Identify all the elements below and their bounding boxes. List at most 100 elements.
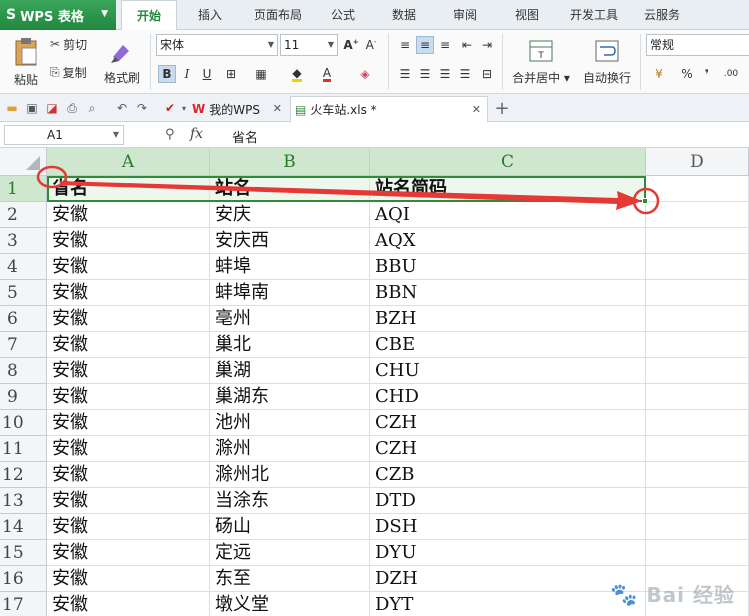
- cell-c[interactable]: BBN: [370, 280, 646, 306]
- cell-d[interactable]: [646, 462, 749, 488]
- currency-button[interactable]: ¥: [650, 65, 668, 83]
- cell-b[interactable]: 定远: [210, 540, 370, 566]
- decrease-font-button[interactable]: A-: [362, 36, 380, 54]
- cell-a[interactable]: 安徽: [47, 436, 210, 462]
- select-all-corner[interactable]: [0, 148, 47, 176]
- cell-b[interactable]: 安庆: [210, 202, 370, 228]
- tab-cloud[interactable]: 云服务: [636, 0, 688, 30]
- cell-b[interactable]: 东至: [210, 566, 370, 592]
- tab-review[interactable]: 审阅: [442, 0, 488, 30]
- column-header-b[interactable]: B: [210, 148, 370, 176]
- increase-indent-button[interactable]: ⇥: [478, 36, 496, 54]
- cell-b[interactable]: 蚌埠南: [210, 280, 370, 306]
- row-header[interactable]: 12: [0, 462, 47, 488]
- row-header[interactable]: 8: [0, 358, 47, 384]
- redo-icon[interactable]: ↷: [134, 100, 150, 116]
- cell-d[interactable]: [646, 306, 749, 332]
- row-header[interactable]: 2: [0, 202, 47, 228]
- export-pdf-icon[interactable]: ◪: [44, 100, 60, 116]
- copy-button[interactable]: ⎘ 复制: [50, 62, 87, 82]
- cell-a[interactable]: 安徽: [47, 540, 210, 566]
- wrap-text-button[interactable]: 自动换行: [578, 32, 636, 92]
- row-header[interactable]: 4: [0, 254, 47, 280]
- cell-c[interactable]: CZB: [370, 462, 646, 488]
- cell-a[interactable]: 安徽: [47, 462, 210, 488]
- row-header[interactable]: 9: [0, 384, 47, 410]
- zoom-magnifier-icon[interactable]: ⚲: [165, 127, 175, 142]
- column-header-d[interactable]: D: [646, 148, 749, 176]
- cell-d[interactable]: [646, 176, 749, 202]
- close-icon[interactable]: ✕: [273, 102, 282, 115]
- font-color-button[interactable]: A: [318, 65, 336, 83]
- row-header[interactable]: 13: [0, 488, 47, 514]
- comma-style-button[interactable]: ❜: [698, 65, 716, 83]
- merge-center-button[interactable]: T 合并居中 ▾: [508, 32, 574, 92]
- align-right-button[interactable]: ☰: [436, 65, 454, 83]
- cell-d[interactable]: [646, 488, 749, 514]
- cut-button[interactable]: ✂ 剪切: [50, 34, 87, 54]
- cell-a1[interactable]: 省名: [47, 176, 210, 202]
- cell-a[interactable]: 安徽: [47, 306, 210, 332]
- tab-data[interactable]: 数据: [381, 0, 427, 30]
- cell-d[interactable]: [646, 228, 749, 254]
- tab-developer[interactable]: 开发工具: [563, 0, 625, 30]
- formula-input[interactable]: 省名: [232, 127, 258, 146]
- save-icon[interactable]: ▣: [24, 100, 40, 116]
- close-icon[interactable]: ✕: [472, 103, 481, 116]
- cell-c[interactable]: CHD: [370, 384, 646, 410]
- cell-b[interactable]: 亳州: [210, 306, 370, 332]
- tab-my-wps[interactable]: W 我的WPS ✕: [188, 96, 288, 122]
- cell-b[interactable]: 巢湖: [210, 358, 370, 384]
- percent-button[interactable]: %: [678, 65, 696, 83]
- app-menu-button[interactable]: S WPS 表格 ▼: [0, 0, 116, 30]
- tab-file[interactable]: ▤ 火车站.xls * ✕: [290, 96, 488, 122]
- cell-d[interactable]: [646, 332, 749, 358]
- row-header[interactable]: 17: [0, 592, 47, 616]
- cell-a[interactable]: 安徽: [47, 280, 210, 306]
- bold-button[interactable]: B: [158, 65, 176, 83]
- number-format-select[interactable]: 常规: [646, 34, 749, 56]
- align-center-button[interactable]: ☰: [416, 65, 434, 83]
- increase-decimal-button[interactable]: .00: [722, 65, 740, 83]
- cell-b1[interactable]: 站名: [210, 176, 370, 202]
- italic-button[interactable]: I: [178, 65, 196, 83]
- cell-c[interactable]: DZH: [370, 566, 646, 592]
- cell-c[interactable]: AQX: [370, 228, 646, 254]
- cell-d[interactable]: [646, 514, 749, 540]
- cell-a[interactable]: 安徽: [47, 488, 210, 514]
- cell-c[interactable]: CZH: [370, 436, 646, 462]
- cell-c[interactable]: DYU: [370, 540, 646, 566]
- cell-b[interactable]: 滁州: [210, 436, 370, 462]
- cell-c1[interactable]: 站名简码: [370, 176, 646, 202]
- align-left-button[interactable]: ☰: [396, 65, 414, 83]
- cell-b[interactable]: 墩义堂: [210, 592, 370, 616]
- cell-d[interactable]: [646, 436, 749, 462]
- cell-a[interactable]: 安徽: [47, 514, 210, 540]
- format-painter-button[interactable]: 格式刷: [100, 32, 144, 92]
- cell-a[interactable]: 安徽: [47, 332, 210, 358]
- tab-formulas[interactable]: 公式: [320, 0, 366, 30]
- cell-b[interactable]: 巢湖东: [210, 384, 370, 410]
- cell-c[interactable]: AQI: [370, 202, 646, 228]
- cell-c[interactable]: BBU: [370, 254, 646, 280]
- cell-a[interactable]: 安徽: [47, 592, 210, 616]
- cell-a[interactable]: 安徽: [47, 410, 210, 436]
- cell-c[interactable]: CZH: [370, 410, 646, 436]
- increase-font-button[interactable]: A+: [342, 36, 360, 54]
- cell-b[interactable]: 蚌埠: [210, 254, 370, 280]
- open-folder-icon[interactable]: ▬: [4, 100, 20, 116]
- row-header[interactable]: 3: [0, 228, 47, 254]
- row-header[interactable]: 1: [0, 176, 47, 202]
- cell-a[interactable]: 安徽: [47, 254, 210, 280]
- underline-button[interactable]: U: [198, 65, 216, 83]
- distributed-button[interactable]: ⊟: [478, 65, 496, 83]
- decrease-indent-button[interactable]: ⇤: [458, 36, 476, 54]
- cell-b[interactable]: 砀山: [210, 514, 370, 540]
- cell-d[interactable]: [646, 358, 749, 384]
- cell-d[interactable]: [646, 384, 749, 410]
- justify-button[interactable]: ☰: [456, 65, 474, 83]
- cell-b[interactable]: 滁州北: [210, 462, 370, 488]
- row-header[interactable]: 6: [0, 306, 47, 332]
- cell-d[interactable]: [646, 540, 749, 566]
- cell-c[interactable]: DYT: [370, 592, 646, 616]
